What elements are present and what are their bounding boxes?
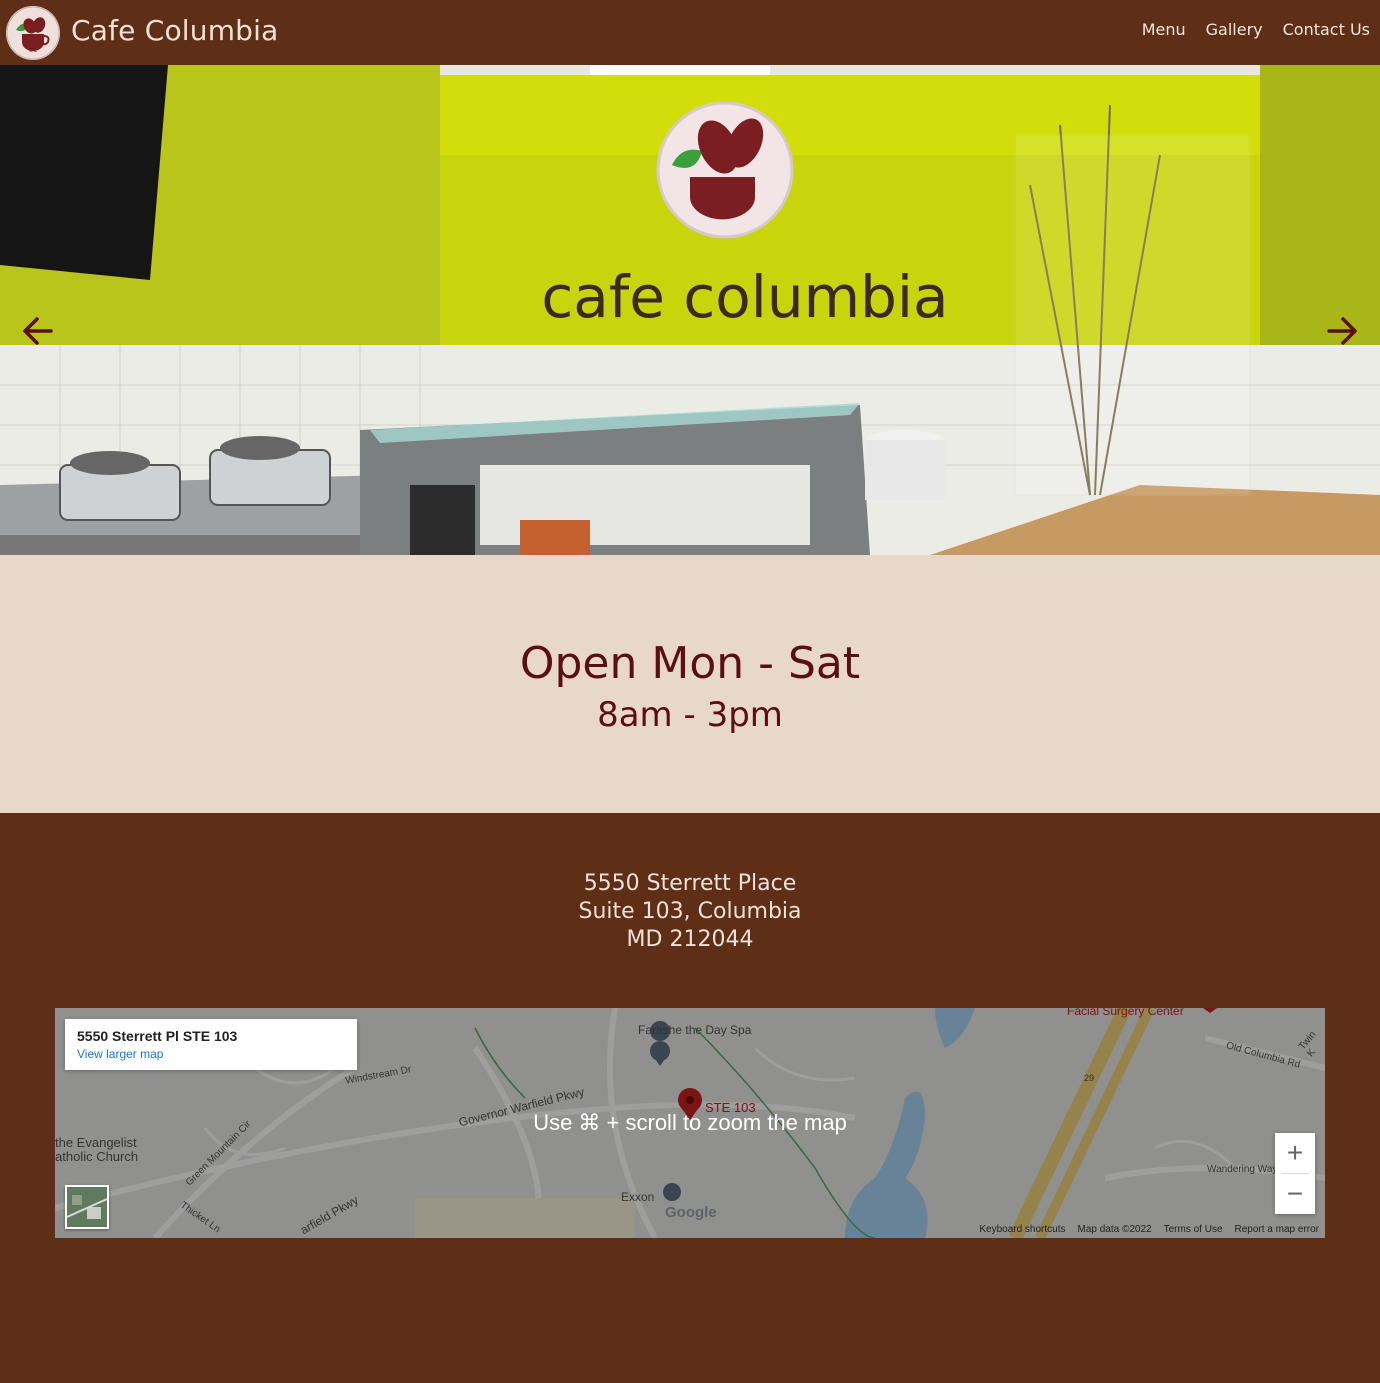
- carousel-next-arrow-icon[interactable]: [1325, 313, 1361, 349]
- site-header: CC Cafe Columbia Menu Gallery Contact Us: [0, 0, 1380, 65]
- svg-text:CC: CC: [29, 47, 37, 54]
- place-name: 5550 Sterrett Pl STE 103: [77, 1028, 238, 1044]
- map-scroll-hint: Use ⌘ + scroll to zoom the map: [533, 1110, 847, 1135]
- address-block: 5550 Sterrett Place Suite 103, Columbia …: [0, 870, 1380, 954]
- map-attribution: Keyboard shortcuts Map data ©2022 Terms …: [979, 1224, 1319, 1235]
- hero-carousel: CC cafe columbia: [0, 65, 1380, 555]
- hero-image: CC cafe columbia: [0, 65, 1380, 555]
- satellite-toggle[interactable]: [65, 1185, 109, 1229]
- nav-contact-us[interactable]: Contact Us: [1283, 20, 1370, 39]
- nav-gallery[interactable]: Gallery: [1206, 20, 1263, 39]
- terms-of-use-link[interactable]: Terms of Use: [1164, 1224, 1223, 1235]
- address-line-3: MD 212044: [626, 927, 754, 952]
- site-title[interactable]: Cafe Columbia: [71, 14, 279, 47]
- sign-logo-initials: CC: [722, 200, 739, 214]
- hours-time: 8am - 3pm: [597, 695, 783, 735]
- address-line-2: Suite 103, Columbia: [578, 899, 802, 924]
- zoom-in-button[interactable]: +: [1275, 1133, 1315, 1173]
- zoom-out-button[interactable]: −: [1275, 1174, 1315, 1214]
- hours-section: Open Mon - Sat 8am - 3pm: [0, 555, 1380, 813]
- cafe-logo[interactable]: CC: [6, 6, 60, 60]
- zoom-control: + −: [1275, 1133, 1315, 1214]
- keyboard-shortcuts-link[interactable]: Keyboard shortcuts: [979, 1224, 1065, 1235]
- carousel-prev-arrow-icon[interactable]: [19, 313, 55, 349]
- view-larger-map-link[interactable]: View larger map: [77, 1047, 163, 1061]
- place-card: 5550 Sterrett Pl STE 103 View larger map: [65, 1019, 357, 1070]
- sign-text: cafe columbia: [541, 263, 948, 331]
- address-line-1: 5550 Sterrett Place: [583, 871, 797, 896]
- embedded-map[interactable]: Farashe the Day Spa Facial Surgery Cente…: [55, 1008, 1325, 1238]
- hours-days: Open Mon - Sat: [519, 638, 861, 689]
- nav-menu[interactable]: Menu: [1142, 20, 1186, 39]
- satellite-thumbnail-icon: [66, 1187, 108, 1227]
- map-data-label: Map data ©2022: [1077, 1224, 1152, 1235]
- google-logo: Google: [665, 1204, 717, 1221]
- main-nav: Menu Gallery Contact Us: [1142, 20, 1370, 39]
- report-map-error-link[interactable]: Report a map error: [1235, 1224, 1319, 1235]
